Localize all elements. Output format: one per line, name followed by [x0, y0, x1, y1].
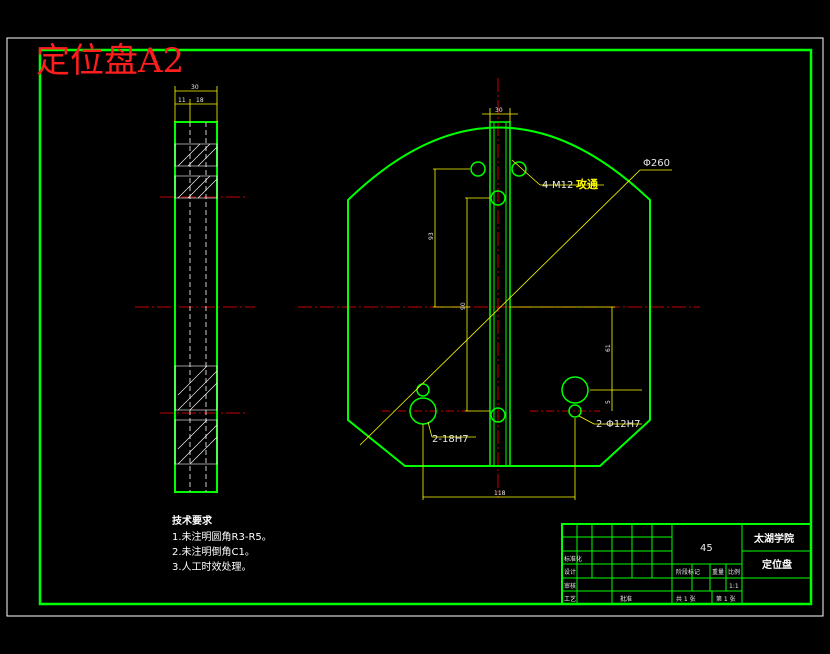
thread-leader — [511, 159, 541, 186]
note-item-1: 1.未注明圆角R3-R5。 — [172, 530, 272, 543]
vright-label: 61 — [605, 344, 612, 352]
side-dim-part-b: 18 — [196, 97, 204, 104]
tb-scale-value: 1:1 — [729, 583, 739, 590]
note-item-3: 3.人工时效处理。 — [172, 560, 252, 573]
pin-hole-large-right — [561, 376, 589, 404]
tb-label-weight: 重量 — [712, 568, 724, 576]
plate-outline — [347, 126, 651, 467]
hole-small-label: 2-Φ12H7 — [596, 419, 640, 430]
title-block: 标准化 设计 审核 工艺 批准 阶段标记 重量 比例 1:1 共 1 张 第 1… — [561, 523, 812, 605]
front-view: Φ260 4-M12 攻通 2-18H7 2-Φ12H7 30 93 90 61 — [298, 78, 700, 500]
thread-label: 4-M12 — [542, 180, 573, 191]
diameter-label: Φ260 — [643, 158, 670, 169]
vright-small-label: 5 — [605, 400, 612, 404]
thread-hole-2 — [511, 161, 527, 177]
vleft-label: 93 — [428, 232, 435, 240]
hole-large-label: 2-18H7 — [432, 434, 469, 445]
tb-material: 45 — [700, 543, 713, 554]
vcenter-label: 90 — [460, 302, 467, 310]
drawing-stamp: 定位盘A2 — [36, 41, 184, 81]
center-slot — [489, 121, 511, 467]
side-view: 30 11 18 — [135, 84, 255, 493]
tb-sheets-total: 共 1 张 — [676, 595, 696, 603]
pin-hole-small-left — [416, 383, 430, 397]
side-dim-total: 30 — [191, 84, 199, 91]
tb-label-stage: 阶段标记 — [676, 568, 700, 576]
tb-part-name: 定位盘 — [762, 558, 792, 571]
technical-notes: 技术要求 1.未注明圆角R3-R5。 2.未注明倒角C1。 3.人工时效处理。 — [172, 514, 272, 573]
bottom-label: 118 — [494, 490, 506, 497]
tb-label-standard: 标准化 — [564, 555, 582, 563]
tb-school: 太湖学院 — [753, 532, 794, 545]
diameter-leader — [359, 169, 641, 446]
notes-title: 技术要求 — [172, 514, 213, 527]
outer-frame — [6, 37, 824, 617]
side-hatch-top — [174, 143, 218, 199]
hole-small-leader — [578, 415, 595, 425]
tb-sheet-no: 第 1 张 — [716, 595, 736, 603]
cad-drawing: 定位盘A2 30 11 18 Φ260 4-M12 攻通 2-18H7 2-Φ1… — [6, 37, 824, 617]
thread-note: 攻通 — [576, 177, 598, 191]
tb-label-approve: 批准 — [620, 595, 632, 603]
tb-label-process: 工艺 — [564, 595, 576, 603]
side-dim-part-a: 11 — [178, 97, 186, 104]
side-hatch-bottom — [174, 365, 218, 465]
tb-label-scale: 比例 — [728, 568, 740, 576]
note-item-2: 2.未注明倒角C1。 — [172, 545, 255, 558]
tb-label-review: 审核 — [564, 582, 576, 590]
tb-label-design: 设计 — [564, 568, 576, 576]
drawing-border — [38, 48, 813, 606]
top-width-label: 30 — [495, 107, 503, 114]
thread-hole-1 — [470, 161, 486, 177]
